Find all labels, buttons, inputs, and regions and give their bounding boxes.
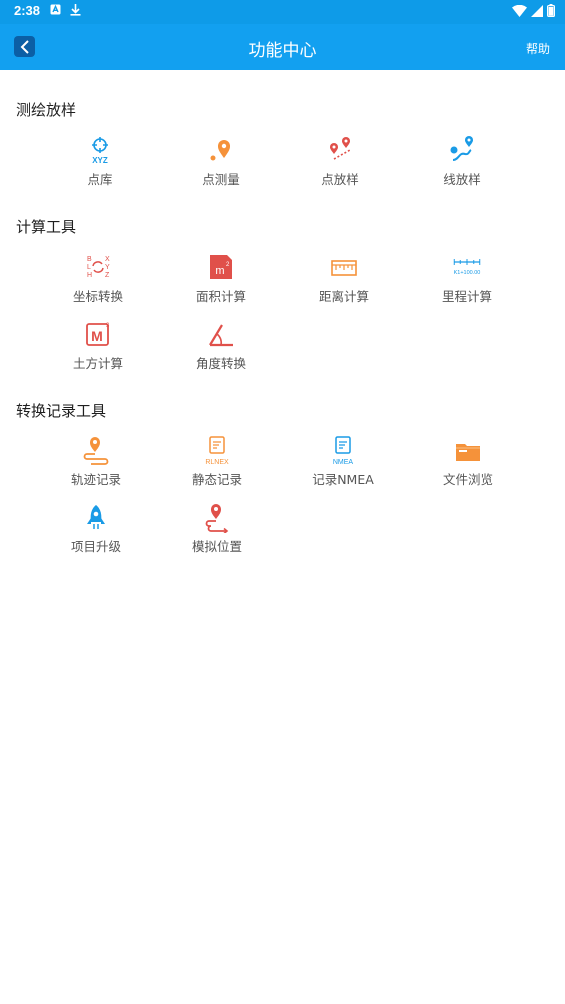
section-title-record-tools: 转换记录工具 (16, 402, 107, 420)
folder-icon (456, 444, 480, 461)
svg-text:3: 3 (106, 323, 110, 329)
tile-simulate-location[interactable]: 模拟位置 (156, 503, 278, 555)
nmea-record-icon: NMEA (333, 436, 354, 466)
tile-static-record[interactable]: RLNEX 静态记录 (156, 436, 278, 488)
rocket-icon (87, 505, 105, 529)
signal-icon (531, 4, 543, 17)
tile-area-calc[interactable]: m 2 面积计算 (160, 253, 282, 305)
tile-label: 点库 (87, 172, 113, 187)
tile-angle-convert[interactable]: 角度转换 (160, 320, 282, 372)
section-title-survey: 测绘放样 (16, 101, 77, 119)
tile-label: 坐标转换 (72, 289, 123, 304)
point-stakeout-icon (330, 137, 351, 160)
tile-label: 文件浏览 (442, 472, 493, 487)
svg-text:Y: Y (105, 264, 110, 271)
tile-label: 点测量 (202, 172, 240, 187)
simulate-location-icon (205, 504, 229, 533)
notification-icon (50, 4, 61, 15)
svg-text:X: X (105, 256, 110, 263)
download-icon (70, 4, 81, 16)
map-pin-point-icon (210, 140, 230, 161)
tile-nmea-record[interactable]: NMEA 记录NMEA (282, 436, 404, 488)
tile-label: 项目升级 (70, 539, 121, 554)
tile-label: 角度转换 (195, 356, 246, 371)
blh-xyz-convert-icon: B L H X Y Z (87, 256, 110, 279)
svg-text:H: H (87, 272, 92, 279)
svg-text:M: M (91, 328, 103, 344)
crosshair-xyz-icon: XYZ (92, 137, 108, 165)
app-bar: 功能中心 帮助 (0, 24, 565, 70)
track-record-icon (83, 437, 109, 465)
status-bar: 2:38 (0, 0, 565, 24)
svg-text:NMEA: NMEA (333, 459, 354, 466)
tile-point-measure[interactable]: 点测量 (160, 136, 282, 188)
ruler-icon (331, 260, 357, 276)
tile-project-upgrade[interactable]: 项目升级 (35, 503, 157, 555)
tile-point-stakeout[interactable]: 点放样 (279, 136, 401, 188)
page-title: 功能中心 (248, 41, 317, 61)
tile-label: 静态记录 (191, 472, 242, 487)
tile-coordinate-convert[interactable]: B L H X Y Z 坐标转换 (37, 253, 159, 305)
angle-icon (209, 324, 233, 347)
tile-track-record[interactable]: 轨迹记录 (35, 436, 157, 488)
line-stakeout-icon (450, 136, 473, 161)
tile-point-library[interactable]: XYZ 点库 (39, 136, 161, 188)
area-m2-icon: m 2 (210, 255, 232, 279)
svg-text:RLNEX: RLNEX (205, 459, 229, 466)
tile-label: 记录NMEA (312, 472, 374, 487)
svg-text:Z: Z (105, 272, 110, 279)
static-record-icon: RLNEX (205, 436, 229, 466)
tile-earthwork-calc[interactable]: M 3 土方计算 (37, 320, 159, 372)
battery-icon (547, 4, 555, 17)
tile-mileage-calc[interactable]: K1+100.00 里程计算 (406, 253, 528, 305)
section-title-calc-tools: 计算工具 (16, 218, 77, 236)
wifi-icon (512, 4, 527, 17)
svg-text:m: m (215, 265, 224, 277)
tile-label: 模拟位置 (191, 539, 242, 554)
tile-label: 土方计算 (72, 356, 123, 371)
tile-label: 线放样 (443, 172, 481, 187)
volume-m3-icon: M 3 (86, 323, 110, 346)
svg-text:K1+100.00: K1+100.00 (454, 270, 481, 276)
mileage-k1-icon: K1+100.00 (454, 259, 481, 276)
svg-text:L: L (87, 264, 91, 271)
tile-distance-calc[interactable]: 距离计算 (283, 253, 405, 305)
status-time: 2:38 (14, 3, 41, 18)
tile-label: 里程计算 (441, 289, 492, 304)
help-button[interactable]: 帮助 (526, 40, 550, 57)
tile-label: 点放样 (321, 172, 359, 187)
tile-label: 距离计算 (318, 289, 369, 304)
svg-text:B: B (87, 256, 92, 263)
tile-line-stakeout[interactable]: 线放样 (401, 136, 523, 188)
svg-text:XYZ: XYZ (92, 156, 108, 165)
tile-file-browse[interactable]: 文件浏览 (407, 436, 529, 488)
tile-label: 面积计算 (195, 289, 246, 304)
tile-label: 轨迹记录 (70, 472, 121, 487)
